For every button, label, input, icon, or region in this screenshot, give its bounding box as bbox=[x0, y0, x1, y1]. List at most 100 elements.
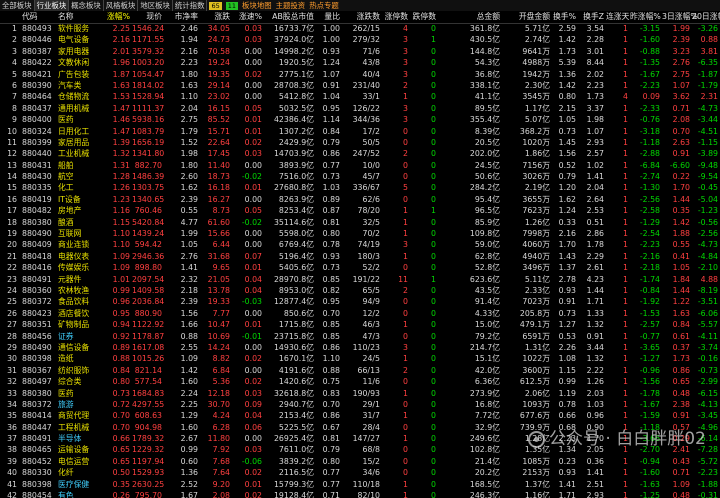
table-row[interactable]: 9 880400 医药 1.46 5938.16 2.75 85.52 0.01 42386.4… bbox=[0, 114, 720, 125]
cell-change: 24.73 bbox=[207, 35, 230, 45]
tab-3[interactable]: 风格板块 bbox=[104, 0, 139, 11]
cell-turnover-pct: 1.45 bbox=[558, 137, 576, 147]
cell-total-amount: 361.8亿 bbox=[469, 24, 500, 33]
header-row-index[interactable] bbox=[1, 11, 17, 23]
table-row[interactable]: 31 880367 纺织服饰 0.84 821.14 1.42 6.84 0.00 4191.6… bbox=[0, 365, 720, 376]
extra-tab-1[interactable]: 主题投资 bbox=[274, 0, 308, 11]
table-row[interactable]: 23 880491 元器件 1.01 2097.54 2.32 21.05 0.04 28970… bbox=[0, 274, 720, 285]
cell-limit-up-count: 0 bbox=[403, 126, 408, 136]
header-limit-down-count[interactable]: 跌停数 bbox=[410, 11, 436, 23]
cell-limit-up-count: 0 bbox=[403, 137, 408, 147]
table-row[interactable]: 33 880380 医药 0.73 1684.83 2.24 12.18 0.03 32618.… bbox=[0, 388, 720, 399]
cell-pb-ratio: 1.80 bbox=[180, 160, 198, 170]
table-row[interactable]: 20 880409 商业连锁 1.10 594.42 1.05 6.44 0.00 6769.4… bbox=[0, 239, 720, 250]
tab-5[interactable]: 统计指数 bbox=[173, 0, 208, 11]
cell-change: 30.70 bbox=[207, 399, 230, 409]
table-row[interactable]: 22 880416 传媒娱乐 1.09 898.80 1.41 9.65 0.01 5405.6… bbox=[0, 262, 720, 273]
table-row[interactable]: 5 880421 广告包装 1.87 1054.47 1.80 19.35 0.02 2775.… bbox=[0, 69, 720, 80]
cell-volume-ratio: 0.70 bbox=[322, 308, 340, 318]
header-change[interactable]: 涨跌 bbox=[200, 11, 230, 23]
table-row[interactable]: 13 880431 船舶 1.31 882.70 1.80 11.40 0.00 3893.9亿… bbox=[0, 160, 720, 171]
table-row[interactable]: 8 880437 通用机械 1.47 1111.37 2.04 16.15 0.05 5032.… bbox=[0, 103, 720, 114]
table-row[interactable]: 11 880399 家居用品 1.39 1656.19 1.52 22.64 0.02 2429… bbox=[0, 137, 720, 148]
header-prev-change-pct[interactable]: 昨涨幅% bbox=[630, 11, 661, 23]
table-row[interactable]: 17 880482 房地产 1.16 760.46 0.55 8.73 0.05 8253.4亿… bbox=[0, 205, 720, 216]
table-row[interactable]: 10 880324 日用化工 1.47 1083.79 1.79 15.71 0.01 1307… bbox=[0, 126, 720, 137]
table-row[interactable]: 1 880493 软件服务 2.25 1546.24 2.46 34.05 0.03 16733… bbox=[0, 23, 720, 34]
table-row[interactable]: 28 880456 证券 0.92 1178.87 0.88 10.69 -0.01 23715… bbox=[0, 331, 720, 342]
cell-change-3d-pct: 0.41 bbox=[672, 251, 690, 261]
cell-speed-pct: 0.00 bbox=[244, 365, 262, 375]
table-row[interactable]: 3 880387 家用电器 2.01 3579.32 2.16 70.58 0.00 14998… bbox=[0, 46, 720, 57]
header-change-pct[interactable]: 涨幅% bbox=[106, 11, 130, 23]
cell-name: 农林牧渔 bbox=[58, 285, 90, 295]
table-row[interactable]: 7 880464 仓储物流 1.53 1528.94 1.10 23.02 0.00 5412.… bbox=[0, 91, 720, 102]
header-open-amount[interactable]: 开盘金额 bbox=[502, 11, 550, 23]
table-row[interactable]: 42 880454 有色 0.26 795.70 1.67 2.08 0.02 19128.4亿… bbox=[0, 490, 720, 498]
header-change-20d-pct[interactable]: 20日涨幅% bbox=[692, 11, 720, 23]
table-row[interactable]: 35 880414 商贸代理 0.70 608.63 1.29 4.24 0.04 2153.4… bbox=[0, 410, 720, 421]
table-row[interactable]: 14 880430 航空 1.28 1486.39 2.60 18.73 -0.02 7516.… bbox=[0, 171, 720, 182]
table-row[interactable]: 4 880422 文教休闲 1.96 1003.20 2.23 19.24 0.00 1920.… bbox=[0, 57, 720, 68]
table-row[interactable]: 15 880335 化工 1.26 1303.75 1.62 16.18 0.01 27680.… bbox=[0, 182, 720, 193]
cell-turnover-z: 1.73 bbox=[586, 92, 604, 102]
table-row[interactable]: 41 880398 医疗保健 0.35 2630.25 2.52 9.20 0.01 15799… bbox=[0, 479, 720, 490]
header-market-cap[interactable]: AB股总市值 bbox=[264, 11, 314, 23]
cell-open-amount: 3545万 bbox=[522, 92, 550, 102]
cell-turnover-pct: 1.71 bbox=[558, 491, 576, 498]
tab-0[interactable]: 全部板块 bbox=[0, 0, 35, 11]
header-code[interactable]: 代码 bbox=[22, 11, 56, 23]
table-row[interactable]: 25 880372 食品饮料 0.96 2036.84 2.39 19.33 -0.03 128… bbox=[0, 296, 720, 307]
tab-4[interactable]: 地区板块 bbox=[138, 0, 173, 11]
header-volume-ratio[interactable]: 量比 bbox=[316, 11, 340, 23]
cell-up-down-count: 29/1 bbox=[362, 399, 380, 409]
table-row[interactable]: 39 880452 电信运营 0.65 1197.94 0.60 7.68 -0.06 3839… bbox=[0, 456, 720, 467]
extra-tab-0[interactable]: 板块地图 bbox=[240, 0, 274, 11]
header-up-down-count[interactable]: 涨跌数 bbox=[342, 11, 380, 23]
table-row[interactable]: 24 880360 农林牧渔 0.99 1409.58 2.18 13.78 0.04 8953… bbox=[0, 285, 720, 296]
cell-up-down-count: 82/10 bbox=[357, 491, 380, 498]
cell-open-amount: 4060万 bbox=[522, 240, 550, 250]
table-row[interactable]: 27 880351 矿物制品 0.94 1122.92 1.66 10.47 0.01 1715… bbox=[0, 319, 720, 330]
header-price[interactable]: 现价 bbox=[132, 11, 162, 23]
table-row[interactable]: 21 880418 电器仪表 1.09 2946.36 2.76 31.68 0.07 5196… bbox=[0, 251, 720, 262]
extra-tab-2[interactable]: 热点专题 bbox=[307, 0, 341, 11]
cell-limit-up-count: 1 bbox=[403, 491, 408, 498]
table-row[interactable]: 18 880380 酿酒 1.15 5420.84 4.77 61.60 -0.02 35114… bbox=[0, 217, 720, 228]
cell-code: 880419 bbox=[22, 194, 52, 204]
cell-row-index: 18 bbox=[7, 217, 17, 227]
header-turnover-pct[interactable]: 换手% bbox=[552, 11, 576, 23]
table-row[interactable]: 26 880423 酒店餐饮 0.95 880.90 1.56 7.77 0.00 850.6亿… bbox=[0, 308, 720, 319]
cell-change-pct: 1.09 bbox=[112, 251, 130, 261]
table-row[interactable]: 6 880390 汽车类 1.63 1814.02 1.63 29.14 0.00 28708.… bbox=[0, 80, 720, 91]
cell-prev-change-pct: -1.67 bbox=[639, 69, 660, 79]
header-consecutive-up-days[interactable]: 连涨天 bbox=[606, 11, 629, 23]
table-row[interactable]: 16 880419 IT设备 1.23 1340.65 2.39 16.27 0.00 8263… bbox=[0, 194, 720, 205]
header-total-amount[interactable]: 总金额 bbox=[442, 11, 500, 23]
header-turnover-z[interactable]: 换手Z bbox=[578, 11, 604, 23]
cell-row-index: 7 bbox=[12, 92, 17, 102]
table-row[interactable]: 34 880372 旅游 0.72 4297.55 2.25 30.70 0.09 2940.7… bbox=[0, 399, 720, 410]
header-limit-up-count[interactable]: 涨停数 bbox=[382, 11, 408, 23]
table-row[interactable]: 32 880497 综合类 0.80 577.54 1.60 5.36 0.02 1420.6亿… bbox=[0, 376, 720, 387]
table-row[interactable]: 29 880490 通信设备 0.89 1617.08 2.55 14.24 0.00 1493… bbox=[0, 342, 720, 353]
table-row[interactable]: 12 880440 工业机械 1.32 1341.80 1.98 17.45 0.03 1470… bbox=[0, 148, 720, 159]
cell-limit-down-count: 0 bbox=[431, 479, 436, 489]
table-row[interactable]: 30 880398 造纸 0.88 1015.26 1.09 8.82 0.02 1670.1亿… bbox=[0, 353, 720, 364]
cell-volume-ratio: 0.78 bbox=[322, 240, 340, 250]
cell-up-down-count: 262/15 bbox=[352, 24, 380, 33]
header-pb-ratio[interactable]: 市净率 bbox=[164, 11, 198, 23]
table-row[interactable]: 19 880490 互联网 1.10 1439.24 1.99 15.66 0.00 5598.… bbox=[0, 228, 720, 239]
cell-consecutive-up-days: 1 bbox=[623, 24, 628, 33]
tab-2[interactable]: 概念板块 bbox=[69, 0, 104, 11]
table-row[interactable]: 40 880330 化纤 0.50 1529.93 1.36 7.64 0.02 2116.5亿… bbox=[0, 467, 720, 478]
cell-limit-down-count: 0 bbox=[431, 434, 436, 444]
header-name[interactable]: 名称 bbox=[58, 11, 104, 23]
cell-price: 1111.37 bbox=[132, 103, 165, 113]
header-change-3d-pct[interactable]: 3日涨幅% bbox=[662, 11, 698, 23]
cell-price: 2097.54 bbox=[132, 274, 165, 284]
tab-1[interactable]: 行业板块 bbox=[34, 0, 70, 11]
table-row[interactable]: 2 880446 电气设备 2.16 1171.55 1.94 24.73 0.03 37924… bbox=[0, 34, 720, 45]
header-speed-pct[interactable]: 涨速% bbox=[232, 11, 262, 23]
cell-open-amount: 2.33亿 bbox=[524, 285, 550, 295]
